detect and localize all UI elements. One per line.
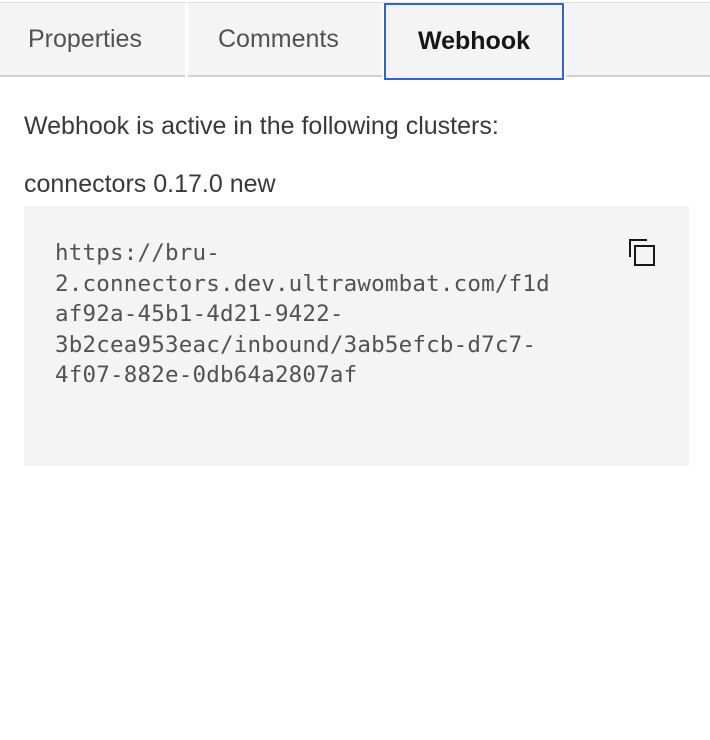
- webhook-url-line: af92a-45b1-4d21-9422-: [55, 301, 344, 327]
- webhook-description: Webhook is active in the following clust…: [24, 112, 499, 140]
- tab-comments-label: Comments: [218, 24, 339, 53]
- tab-webhook-label: Webhook: [417, 27, 531, 55]
- tab-properties[interactable]: Properties: [0, 3, 185, 77]
- webhook-url-line: 2.connectors.dev.ultrawombat.com/f1d: [55, 270, 550, 297]
- tab-bar: Properties Comments Webhook: [0, 3, 710, 80]
- copy-icon: [629, 239, 655, 266]
- tab-webhook[interactable]: Webhook: [384, 3, 564, 80]
- tab-bar-filler: [566, 3, 710, 77]
- webhook-url-line: 4f07-882e-0db64a2807af: [55, 362, 358, 388]
- tab-properties-label: Properties: [28, 24, 142, 53]
- webhook-url[interactable]: https://bru- 2.connectors.dev.ultrawomba…: [55, 238, 585, 391]
- webhook-url-box: https://bru- 2.connectors.dev.ultrawomba…: [24, 206, 689, 466]
- webhook-url-line: https://bru-: [55, 240, 220, 266]
- webhook-url-line: 3b2cea953eac/inbound/3ab5efcb-d7c7-: [55, 331, 537, 358]
- tab-comments[interactable]: Comments: [188, 3, 382, 77]
- copy-button[interactable]: [624, 234, 660, 270]
- cluster-name: connectors 0.17.0 new: [24, 170, 276, 198]
